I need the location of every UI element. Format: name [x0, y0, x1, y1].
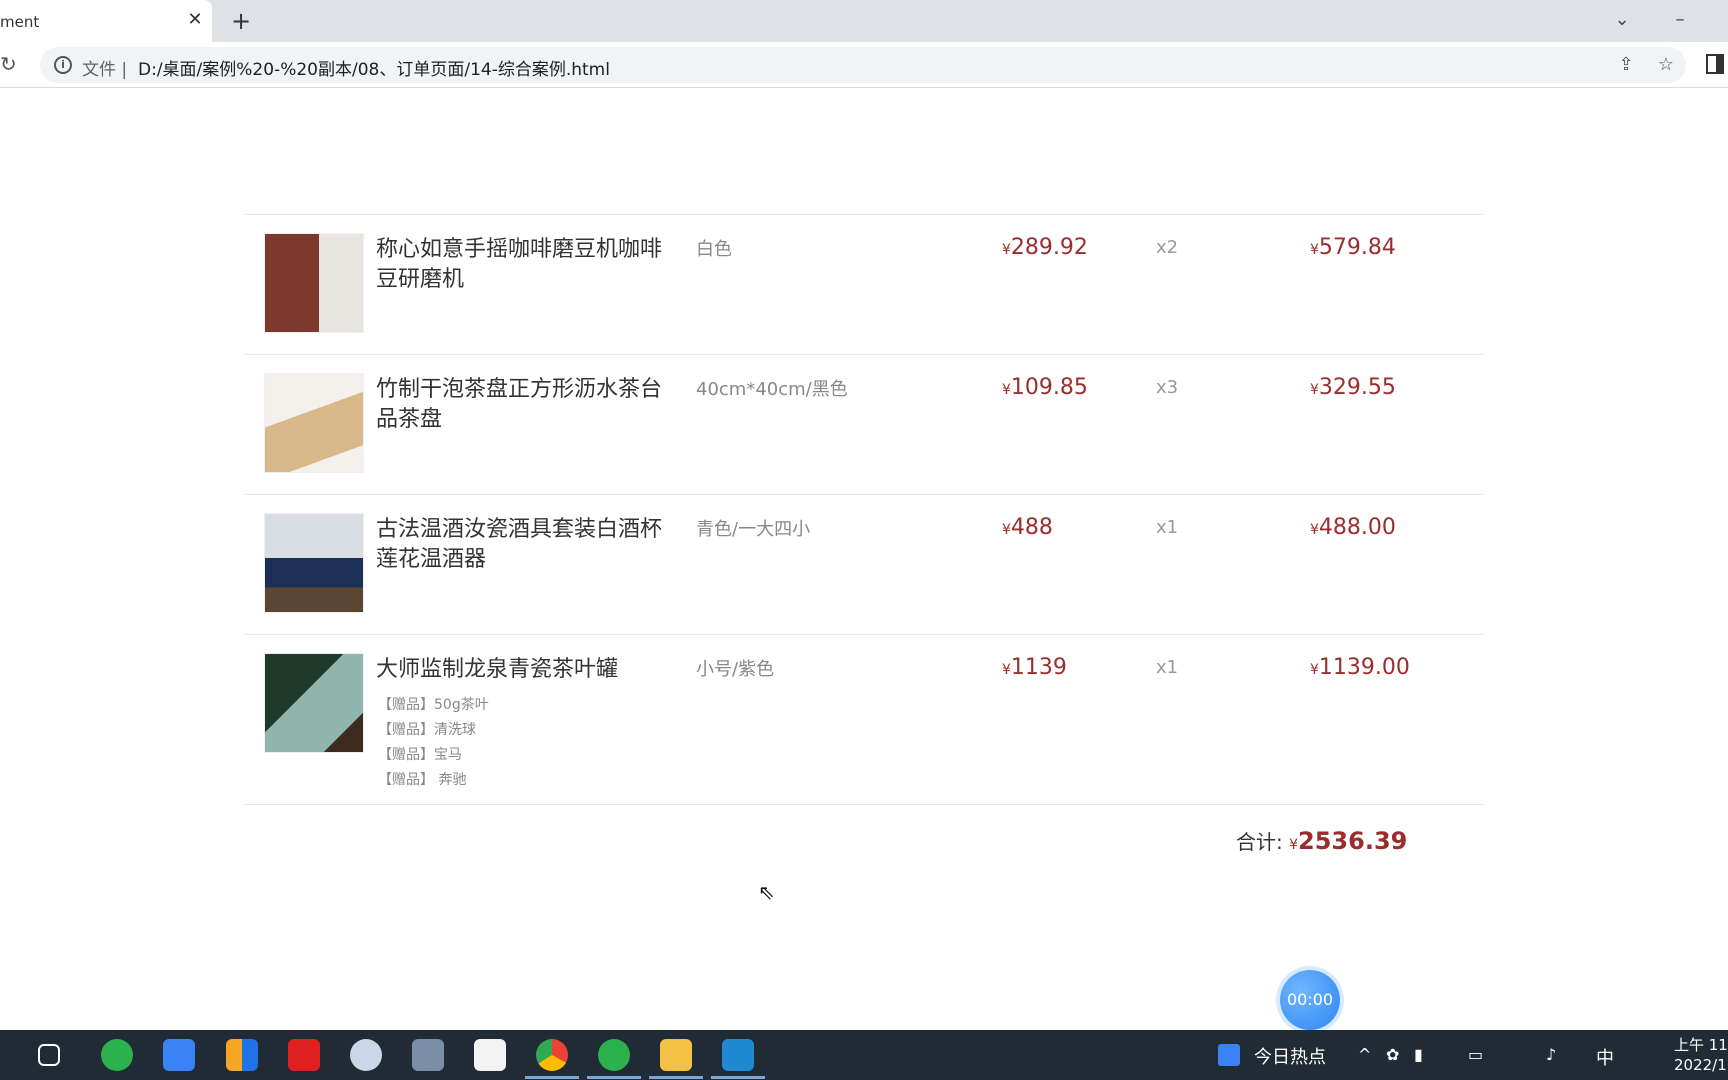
reload-icon[interactable]: ↻ — [0, 52, 24, 76]
total-value: 579.84 — [1318, 235, 1396, 260]
unit-price: ¥488 — [1002, 515, 1053, 540]
total-currency: ¥ — [1310, 662, 1319, 678]
calculator-icon[interactable] — [412, 1039, 444, 1071]
price-value: 289.92 — [1010, 235, 1088, 260]
timer-badge[interactable]: 00:00 — [1280, 970, 1340, 1030]
unit-price: ¥289.92 — [1002, 235, 1088, 260]
info-icon[interactable]: i — [54, 56, 72, 74]
product-image[interactable] — [264, 513, 364, 613]
total-currency: ¥ — [1310, 522, 1319, 538]
feishu-icon[interactable] — [163, 1039, 195, 1071]
explorer-active-indicator — [649, 1076, 703, 1079]
product-name[interactable]: 大师监制龙泉青瓷茶叶罐 — [376, 655, 676, 685]
product-image[interactable] — [264, 373, 364, 473]
unit-price: ¥1139 — [1002, 655, 1067, 680]
price-currency: ¥ — [1002, 662, 1011, 678]
typora-icon[interactable] — [474, 1039, 506, 1071]
wechat-icon[interactable] — [101, 1039, 133, 1071]
gift-item: 【赠品】清洗球 — [378, 722, 476, 738]
line-total: ¥579.84 — [1310, 235, 1396, 260]
quantity: x2 — [1156, 237, 1179, 258]
cart-row: 古法温酒汝瓷酒具套装白酒杯莲花温酒器 青色/一大四小 ¥488 x1 ¥488.… — [244, 495, 1484, 635]
close-tab-icon[interactable]: ✕ — [184, 9, 206, 31]
product-spec: 白色 — [696, 239, 732, 260]
total-currency: ¥ — [1310, 382, 1319, 398]
price-value: 1139 — [1010, 655, 1067, 680]
new-tab-button[interactable]: + — [228, 8, 254, 34]
youdao-icon[interactable] — [288, 1039, 320, 1071]
product-image[interactable] — [264, 233, 364, 333]
tray-expand-icon[interactable]: ^ — [1358, 1045, 1371, 1064]
product-spec: 小号/紫色 — [696, 659, 775, 680]
share-icon[interactable]: ⇪ — [1614, 53, 1638, 77]
mouse-cursor-icon: ⇖ — [758, 880, 775, 904]
gift-list: 【赠品】50g茶叶 【赠品】清洗球 【赠品】宝马 【赠品】 奔驰 — [378, 693, 489, 793]
clock-time[interactable]: 上午 11: — [1674, 1034, 1728, 1055]
price-currency: ¥ — [1002, 522, 1011, 538]
total-value: 488.00 — [1318, 515, 1396, 540]
price-value: 109.85 — [1010, 375, 1088, 400]
file-explorer-icon[interactable] — [660, 1039, 692, 1071]
cart-row: 称心如意手摇咖啡磨豆机咖啡豆研磨机 白色 ¥289.92 x2 ¥579.84 — [244, 215, 1484, 355]
volume-icon[interactable]: ♪ — [1546, 1045, 1556, 1064]
star-icon[interactable]: ☆ — [1654, 53, 1678, 77]
browser-toolbar: ↻ i 文件 | D:/桌面/案例%20-%20副本/08、订单页面/14-综合… — [0, 42, 1728, 88]
sum-value: 2536.39 — [1298, 827, 1408, 855]
file-label: 文件 | — [82, 60, 128, 80]
wechat-active-indicator — [587, 1076, 641, 1079]
quantity: x1 — [1156, 517, 1179, 538]
gift-item: 【赠品】 奔驰 — [378, 772, 467, 788]
address-bar[interactable]: i 文件 | D:/桌面/案例%20-%20副本/08、订单页面/14-综合案例… — [40, 47, 1686, 83]
tray-app-icon[interactable]: ✿ — [1386, 1045, 1399, 1064]
product-name[interactable]: 竹制干泡茶盘正方形沥水茶台品茶盘 — [376, 375, 676, 435]
browser-tab-strip: ment ✕ + ⌄ – — [0, 0, 1728, 42]
line-total: ¥1139.00 — [1310, 655, 1410, 680]
gift-item: 【赠品】50g茶叶 — [378, 697, 489, 713]
gift-item: 【赠品】宝马 — [378, 747, 462, 763]
paint-icon[interactable] — [350, 1039, 382, 1071]
price-currency: ¥ — [1002, 242, 1011, 258]
unit-price: ¥109.85 — [1002, 375, 1088, 400]
tab-title: ment — [0, 13, 40, 31]
quantity: x1 — [1156, 657, 1179, 678]
quantity: x3 — [1156, 377, 1179, 398]
microphone-icon[interactable]: ▮ — [1414, 1045, 1423, 1064]
product-spec: 40cm*40cm/黑色 — [696, 379, 848, 400]
price-currency: ¥ — [1002, 382, 1011, 398]
total-value: 329.55 — [1318, 375, 1396, 400]
chrome-icon[interactable] — [536, 1039, 568, 1071]
cart-row: 大师监制龙泉青瓷茶叶罐 【赠品】50g茶叶 【赠品】清洗球 【赠品】宝马 【赠品】 奔… — [244, 635, 1484, 805]
url-text[interactable]: D:/桌面/案例%20-%20副本/08、订单页面/14-综合案例.html — [138, 55, 610, 80]
tab-list-icon[interactable]: ⌄ — [1610, 8, 1634, 32]
clock-date[interactable]: 2022/1 — [1674, 1056, 1727, 1074]
order-sum: 合计: ¥2536.39 — [1236, 826, 1407, 855]
ime-indicator[interactable]: 中 — [1596, 1044, 1614, 1070]
task-view-icon[interactable] — [38, 1044, 60, 1066]
product-image[interactable] — [264, 653, 364, 753]
vscode-active-indicator — [711, 1076, 765, 1079]
total-value: 1139.00 — [1318, 655, 1410, 680]
minimize-icon[interactable]: – — [1668, 8, 1692, 32]
battery-icon[interactable]: ▭ — [1468, 1045, 1483, 1064]
line-total: ¥488.00 — [1310, 515, 1396, 540]
cart-table: 称心如意手摇咖啡磨豆机咖啡豆研磨机 白色 ¥289.92 x2 ¥579.84 … — [244, 214, 1484, 805]
vscode-icon[interactable] — [722, 1039, 754, 1071]
news-icon[interactable] — [1218, 1044, 1240, 1066]
taskbar: 今日热点 ^ ✿ ▮ ▭ ♪ 中 上午 11: 2022/1 — [0, 1030, 1728, 1080]
line-total: ¥329.55 — [1310, 375, 1396, 400]
product-name[interactable]: 古法温酒汝瓷酒具套装白酒杯莲花温酒器 — [376, 515, 676, 575]
product-name[interactable]: 称心如意手摇咖啡磨豆机咖啡豆研磨机 — [376, 235, 676, 295]
total-currency: ¥ — [1310, 242, 1319, 258]
app-icon[interactable] — [226, 1039, 258, 1071]
browser-tab[interactable]: ment ✕ — [0, 0, 212, 42]
sum-label: 合计: — [1236, 830, 1283, 854]
price-value: 488 — [1010, 515, 1053, 540]
side-panel-icon[interactable] — [1706, 54, 1724, 74]
wechat-icon-2[interactable] — [598, 1039, 630, 1071]
sum-currency: ¥ — [1289, 837, 1299, 853]
chrome-active-indicator — [525, 1076, 579, 1079]
cart-row: 竹制干泡茶盘正方形沥水茶台品茶盘 40cm*40cm/黑色 ¥109.85 x3… — [244, 355, 1484, 495]
product-spec: 青色/一大四小 — [696, 519, 811, 540]
news-label[interactable]: 今日热点 — [1254, 1043, 1326, 1069]
